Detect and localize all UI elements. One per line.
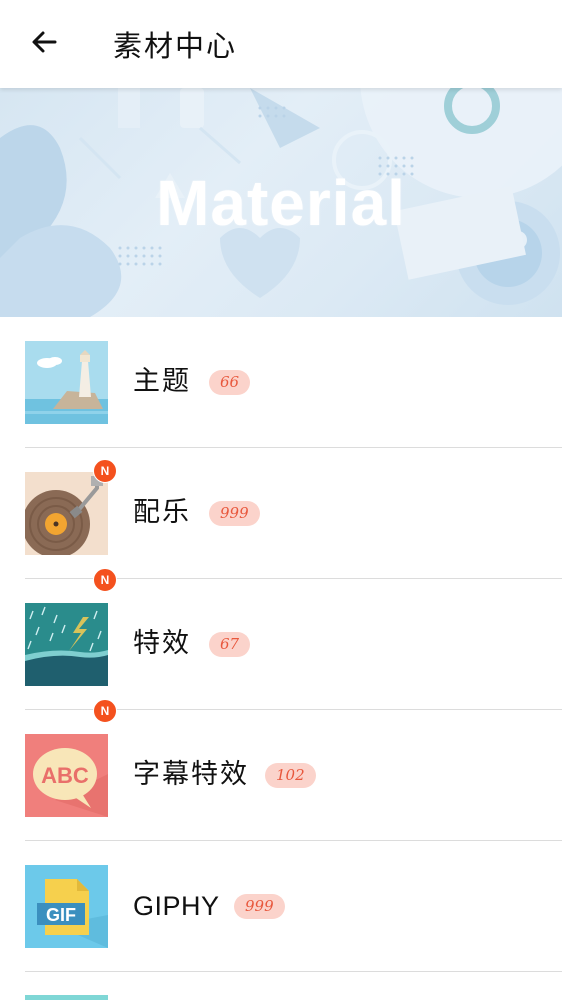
- list-item-effects[interactable]: N 特效 67: [0, 568, 562, 710]
- rain-lightning-effect-icon: [25, 603, 108, 686]
- new-badge: N: [93, 459, 117, 483]
- list-item-music[interactable]: N 配乐 999: [0, 448, 562, 579]
- count-badge: 999: [234, 894, 285, 919]
- new-badge: N: [93, 699, 117, 723]
- lighthouse-theme-icon: [25, 341, 108, 424]
- top-app-bar: 素材中心: [0, 0, 562, 88]
- list-item-theme[interactable]: 主题 66: [0, 317, 562, 448]
- gif-file-icon: GIF: [25, 865, 108, 948]
- count-badge: 102: [265, 763, 316, 788]
- item-label: 字幕特效: [133, 759, 249, 790]
- count-badge: 66: [209, 370, 251, 395]
- item-label: 配乐: [133, 497, 191, 528]
- item-label: 特效: [133, 628, 191, 659]
- new-badge: N: [93, 568, 117, 592]
- material-banner[interactable]: Material: [0, 88, 562, 317]
- abc-speech-bubble-subtitle-icon: ABC: [25, 734, 108, 817]
- svg-text:ABC: ABC: [41, 763, 89, 788]
- item-label: 主题: [133, 366, 191, 397]
- material-list: 主题 66 N 配乐 999 N 特效 67 ABC N 字幕特效 102 GI…: [0, 317, 562, 972]
- list-item-subtitle-effects[interactable]: ABC N 字幕特效 102: [0, 699, 562, 841]
- count-badge: 67: [209, 632, 251, 657]
- vinyl-record-music-icon: [25, 472, 108, 555]
- page-title: 素材中心: [113, 29, 238, 63]
- banner-title: Material: [156, 167, 406, 239]
- divider: [25, 971, 562, 972]
- item-label: GIPHY: [133, 891, 220, 921]
- svg-text:GIF: GIF: [46, 905, 76, 925]
- list-item-giphy[interactable]: GIF GIPHY 999: [0, 841, 562, 972]
- next-item-thumbnail-peek[interactable]: [25, 995, 108, 1000]
- arrow-left-icon: [30, 28, 58, 60]
- back-button[interactable]: [24, 24, 64, 64]
- count-badge: 999: [209, 501, 260, 526]
